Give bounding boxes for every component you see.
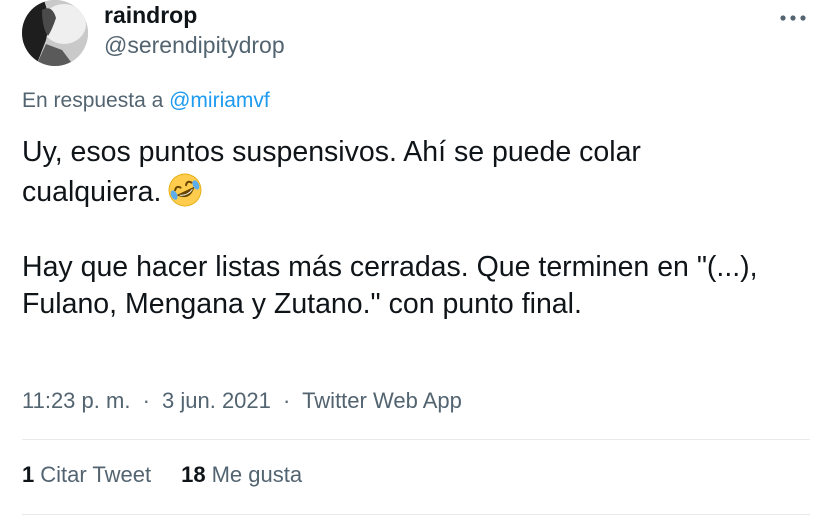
user-handle[interactable]: @serendipitydrop — [104, 32, 285, 59]
avatar-image — [22, 0, 88, 66]
meta-separator-2: · — [283, 388, 291, 413]
reply-mention-link[interactable]: @miriamvf — [169, 89, 270, 112]
likes-label: Me gusta — [211, 462, 303, 487]
quote-tweets-stat[interactable]: 1 Citar Tweet — [22, 462, 151, 488]
likes-stat[interactable]: 18 Me gusta — [181, 462, 302, 488]
divider — [22, 439, 810, 440]
tweet-card: raindrop @serendipitydrop En respuesta a… — [0, 0, 824, 516]
more-options-button[interactable] — [778, 6, 808, 30]
reply-prefix: En respuesta a — [22, 89, 164, 112]
meta-separator: · — [142, 388, 150, 413]
display-name[interactable]: raindrop — [104, 2, 197, 29]
tweet-paragraph-2: Hay que hacer listas más cerradas. Que t… — [22, 250, 758, 321]
tweet-paragraph-1: Uy, esos puntos suspensivos. Ahí se pued… — [22, 134, 802, 211]
avatar[interactable] — [22, 0, 88, 66]
tweet-line-2: cualquiera. — [22, 175, 162, 208]
quote-label: Citar Tweet — [40, 462, 152, 487]
rolling-on-the-floor-laughing-emoji — [167, 172, 203, 208]
tweet-text: Uy, esos puntos suspensivos. Ahí se pued… — [22, 134, 802, 324]
tweet-metadata: 11:23 p. m. · 3 jun. 2021 · Twitter Web … — [22, 388, 462, 414]
divider-bottom — [22, 514, 810, 515]
tweet-line-1: Uy, esos puntos suspensivos. Ahí se pued… — [22, 136, 641, 168]
likes-count: 18 — [181, 462, 206, 487]
quote-count: 1 — [22, 462, 35, 487]
tweet-time[interactable]: 11:23 p. m. — [22, 388, 130, 413]
more-horizontal-icon — [780, 15, 806, 21]
tweet-source-link[interactable]: Twitter Web App — [302, 388, 462, 413]
tweet-stats: 1 Citar Tweet 18 Me gusta — [22, 462, 302, 488]
tweet-date[interactable]: 3 jun. 2021 — [162, 388, 271, 413]
reply-context: En respuesta a @miriamvf — [22, 89, 270, 113]
